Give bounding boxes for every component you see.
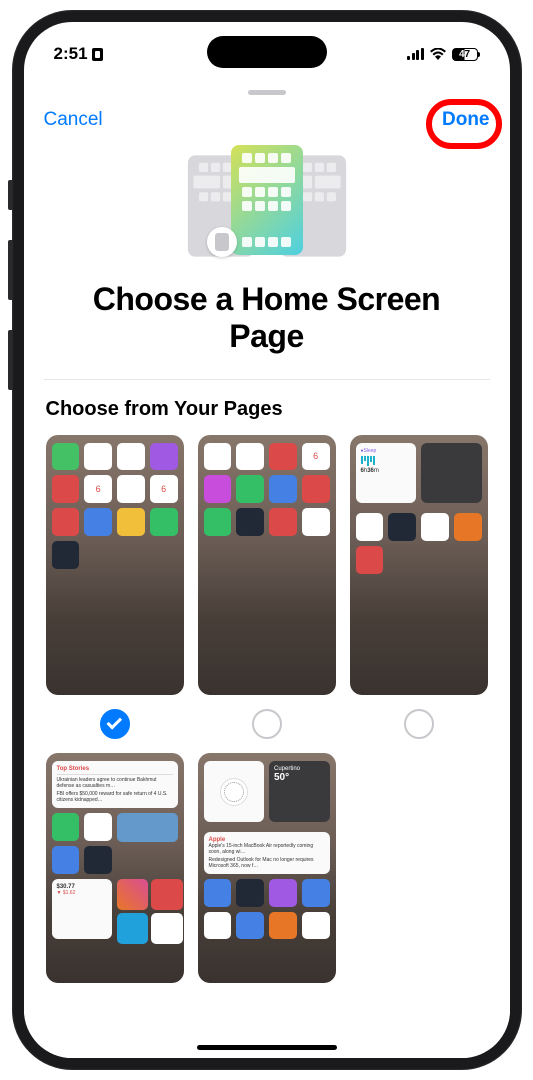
- pages-grid: 66 6: [24, 435, 510, 984]
- time-label: 2:51: [54, 44, 88, 64]
- page-thumbnail: ●Sleep 6h36m: [350, 435, 488, 696]
- hero-illustration: [24, 145, 510, 265]
- cellular-icon: [407, 48, 424, 60]
- page-option-1[interactable]: 66: [46, 435, 184, 740]
- dynamic-island: [207, 36, 327, 68]
- page-thumbnail: Top Stories Ukrainian leaders agree to c…: [46, 753, 184, 983]
- page-option-4[interactable]: Top Stories Ukrainian leaders agree to c…: [46, 753, 184, 983]
- page-option-5[interactable]: Cupertino50° Apple Apple's 15-inch MacBo…: [198, 753, 336, 983]
- battery-percent: 47: [453, 49, 477, 60]
- page-thumbnail: 6: [198, 435, 336, 696]
- done-button[interactable]: Done: [442, 109, 490, 131]
- home-indicator[interactable]: [197, 1045, 337, 1050]
- status-right: 47: [407, 48, 480, 61]
- divider: [44, 379, 490, 380]
- selection-indicator[interactable]: [252, 709, 282, 739]
- section-header: Choose from Your Pages: [24, 398, 510, 435]
- profile-badge-icon: [207, 227, 237, 257]
- phone-device-frame: 2:51 47 Cancel Done: [12, 10, 522, 1070]
- modal-sheet: Cancel Done: [24, 82, 510, 1058]
- page-option-2[interactable]: 6: [198, 435, 336, 740]
- status-time: 2:51: [54, 44, 103, 64]
- focus-icon: [92, 48, 103, 61]
- nav-bar: Cancel Done: [24, 95, 510, 141]
- screen: 2:51 47 Cancel Done: [24, 22, 510, 1058]
- selection-indicator[interactable]: [100, 709, 130, 739]
- wifi-icon: [430, 48, 446, 60]
- selection-indicator[interactable]: [404, 709, 434, 739]
- checkmark-icon: [106, 714, 122, 730]
- battery-icon: 47: [452, 48, 480, 61]
- side-buttons: [8, 180, 12, 420]
- cancel-button[interactable]: Cancel: [44, 109, 103, 131]
- page-title: Choose a Home Screen Page: [24, 281, 510, 355]
- page-thumbnail: Cupertino50° Apple Apple's 15-inch MacBo…: [198, 753, 336, 983]
- page-option-3[interactable]: ●Sleep 6h36m: [350, 435, 488, 740]
- page-thumbnail: 66: [46, 435, 184, 696]
